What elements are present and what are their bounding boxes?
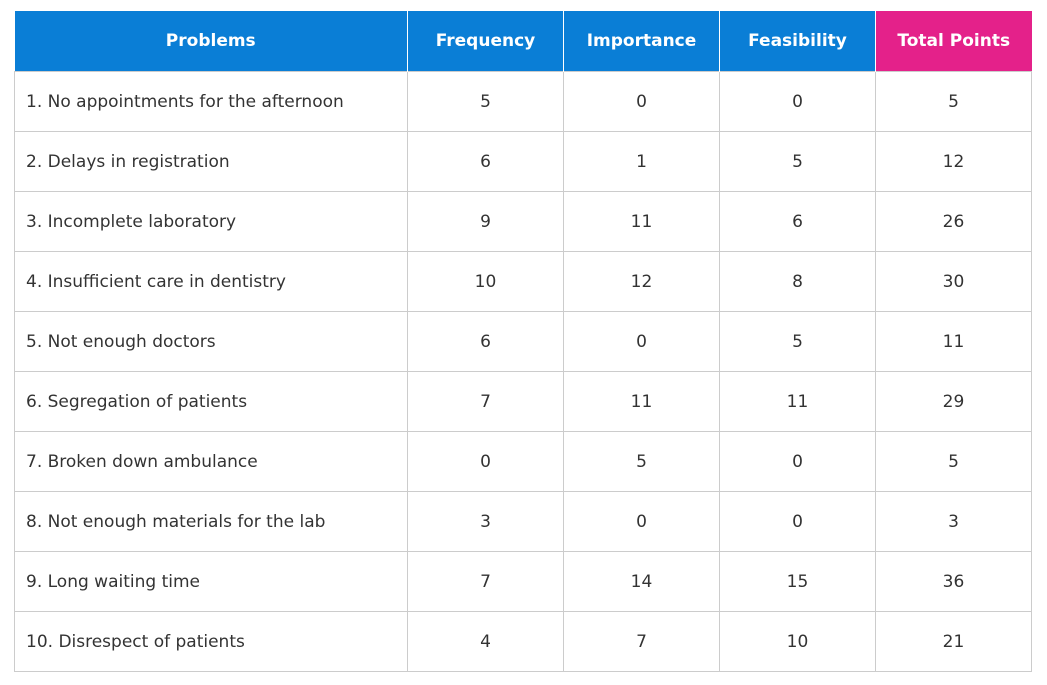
frequency-cell: 6 (407, 131, 564, 192)
table-row: 1. No appointments for the afternoon 5 0 0 5 (14, 71, 1032, 132)
importance-cell: 0 (563, 71, 720, 132)
table-row: 7. Broken down ambulance 0 5 0 5 (14, 431, 1032, 492)
frequency-cell: 4 (407, 611, 564, 672)
feasibility-cell: 0 (719, 431, 876, 492)
total-points-cell: 36 (875, 551, 1032, 612)
feasibility-cell: 5 (719, 311, 876, 372)
frequency-cell: 10 (407, 251, 564, 312)
table-header: Problems Frequency Importance Feasibilit… (14, 11, 1032, 72)
feasibility-cell: 11 (719, 371, 876, 432)
total-points-cell: 26 (875, 191, 1032, 252)
problem-cell: 2. Delays in registration (14, 131, 408, 192)
problem-cell: 1. No appointments for the afternoon (14, 71, 408, 132)
feasibility-cell: 0 (719, 71, 876, 132)
importance-cell: 0 (563, 311, 720, 372)
header-row: Problems Frequency Importance Feasibilit… (14, 11, 1032, 72)
table-row: 8. Not enough materials for the lab 3 0 0 3 (14, 491, 1032, 552)
total-points-cell: 29 (875, 371, 1032, 432)
frequency-cell: 0 (407, 431, 564, 492)
header-problems: Problems (14, 11, 408, 72)
importance-cell: 5 (563, 431, 720, 492)
importance-cell: 7 (563, 611, 720, 672)
problem-cell: 8. Not enough materials for the lab (14, 491, 408, 552)
total-points-cell: 11 (875, 311, 1032, 372)
importance-cell: 12 (563, 251, 720, 312)
feasibility-cell: 6 (719, 191, 876, 252)
header-total-points: Total Points (875, 11, 1032, 72)
header-importance: Importance (563, 11, 720, 72)
frequency-cell: 5 (407, 71, 564, 132)
importance-cell: 1 (563, 131, 720, 192)
table-body: 1. No appointments for the afternoon 5 0 0 5… (14, 71, 1032, 672)
frequency-cell: 6 (407, 311, 564, 372)
problem-cell: 10. Disrespect of patients (14, 611, 408, 672)
importance-cell: 11 (563, 371, 720, 432)
feasibility-cell: 15 (719, 551, 876, 612)
importance-cell: 0 (563, 491, 720, 552)
frequency-cell: 7 (407, 371, 564, 432)
importance-cell: 14 (563, 551, 720, 612)
table-row: 6. Segregation of patients 7 11 11 29 (14, 371, 1032, 432)
table-row: 3. Incomplete laboratory 9 11 6 26 (14, 191, 1032, 252)
frequency-cell: 3 (407, 491, 564, 552)
problem-cell: 4. Insufficient care in dentistry (14, 251, 408, 312)
total-points-cell: 21 (875, 611, 1032, 672)
feasibility-cell: 0 (719, 491, 876, 552)
problem-cell: 6. Segregation of patients (14, 371, 408, 432)
table-row: 4. Insufficient care in dentistry 10 12 8 30 (14, 251, 1032, 312)
frequency-cell: 7 (407, 551, 564, 612)
problem-cell: 5. Not enough doctors (14, 311, 408, 372)
problem-cell: 9. Long waiting time (14, 551, 408, 612)
feasibility-cell: 5 (719, 131, 876, 192)
total-points-cell: 3 (875, 491, 1032, 552)
table-row: 2. Delays in registration 6 1 5 12 (14, 131, 1032, 192)
total-points-cell: 5 (875, 431, 1032, 492)
table-row: 10. Disrespect of patients 4 7 10 21 (14, 611, 1032, 672)
table-row: 9. Long waiting time 7 14 15 36 (14, 551, 1032, 612)
feasibility-cell: 10 (719, 611, 876, 672)
total-points-cell: 30 (875, 251, 1032, 312)
problem-cell: 3. Incomplete laboratory (14, 191, 408, 252)
table-row: 5. Not enough doctors 6 0 5 11 (14, 311, 1032, 372)
header-feasibility: Feasibility (719, 11, 876, 72)
frequency-cell: 9 (407, 191, 564, 252)
feasibility-cell: 8 (719, 251, 876, 312)
problem-prioritization-table: Problems Frequency Importance Feasibilit… (14, 11, 1032, 672)
header-frequency: Frequency (407, 11, 564, 72)
total-points-cell: 12 (875, 131, 1032, 192)
problem-cell: 7. Broken down ambulance (14, 431, 408, 492)
total-points-cell: 5 (875, 71, 1032, 132)
importance-cell: 11 (563, 191, 720, 252)
problem-prioritization-table-container: Problems Frequency Importance Feasibilit… (14, 11, 1032, 672)
